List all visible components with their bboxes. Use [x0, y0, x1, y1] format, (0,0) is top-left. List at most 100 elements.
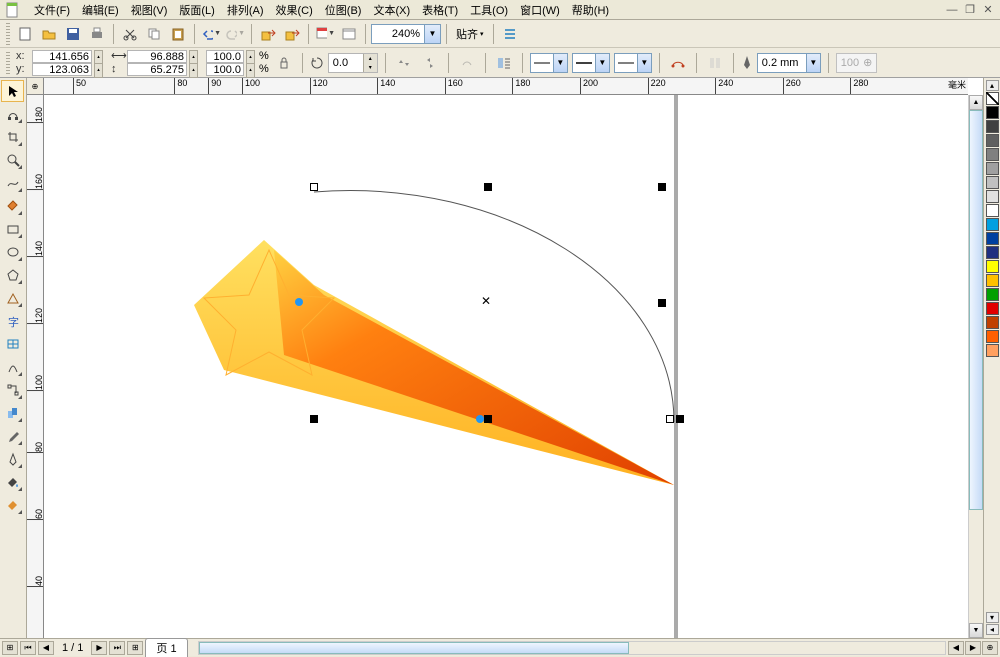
end-arrowhead[interactable]: ▼ — [614, 53, 652, 73]
color-swatch[interactable] — [986, 190, 999, 203]
color-swatch[interactable] — [986, 316, 999, 329]
options-button[interactable] — [499, 23, 521, 45]
selection-center[interactable]: ✕ — [480, 295, 492, 307]
palette-down-button[interactable]: ▾ — [986, 612, 999, 623]
color-swatch[interactable] — [986, 204, 999, 217]
export-button[interactable] — [281, 23, 303, 45]
color-swatch[interactable] — [986, 344, 999, 357]
lock-ratio-button[interactable] — [273, 52, 295, 74]
table-tool[interactable] — [1, 333, 24, 355]
toolbar-grip[interactable] — [6, 52, 10, 74]
menu-view[interactable]: 视图(V) — [125, 0, 174, 20]
text-tool[interactable]: 字 — [1, 310, 24, 332]
scroll-thumb-v[interactable] — [969, 110, 983, 510]
selection-handle-tl[interactable] — [310, 183, 318, 191]
toolbar-grip[interactable] — [6, 23, 10, 45]
color-swatch[interactable] — [986, 260, 999, 273]
color-swatch[interactable] — [986, 246, 999, 259]
print-button[interactable] — [86, 23, 108, 45]
color-swatch[interactable] — [986, 274, 999, 287]
color-swatch[interactable] — [986, 120, 999, 133]
menu-text[interactable]: 文本(X) — [367, 0, 416, 20]
color-swatch[interactable] — [986, 176, 999, 189]
rectangle-tool[interactable] — [1, 218, 24, 240]
open-button[interactable] — [38, 23, 60, 45]
wrap-text-button[interactable] — [493, 52, 515, 74]
h-spinner[interactable]: ▴▾ — [189, 63, 198, 76]
polygon-tool[interactable] — [1, 264, 24, 286]
dimension-tool[interactable] — [1, 356, 24, 378]
close-button[interactable]: ✕ — [980, 3, 996, 17]
palette-up-button[interactable]: ▴ — [986, 80, 999, 91]
menu-bitmaps[interactable]: 位图(B) — [319, 0, 368, 20]
color-swatch[interactable] — [986, 218, 999, 231]
zoom-tool[interactable] — [1, 149, 24, 171]
scroll-up-button[interactable]: ▲ — [969, 95, 983, 110]
menu-arrange[interactable]: 排列(A) — [221, 0, 270, 20]
sx-spinner[interactable]: ▴▾ — [246, 50, 255, 63]
menu-layout[interactable]: 版面(L) — [173, 0, 220, 20]
first-page-button[interactable]: ⊞ — [2, 641, 18, 655]
outline-width[interactable]: 0.2 mm ▼ — [757, 53, 821, 73]
smart-fill-tool[interactable] — [1, 195, 24, 217]
curve-path[interactable] — [304, 182, 704, 442]
scale-y-value[interactable]: 100.0 — [206, 63, 244, 76]
horizontal-scrollbar[interactable] — [198, 641, 946, 655]
close-curve-button[interactable] — [667, 52, 689, 74]
cut-button[interactable] — [119, 23, 141, 45]
scroll-down-button[interactable]: ▼ — [969, 623, 983, 638]
welcome-button[interactable] — [338, 23, 360, 45]
add-page-button[interactable]: ⊞ — [127, 641, 143, 655]
app-launcher[interactable]: ▼ — [314, 23, 336, 45]
paste-button[interactable] — [167, 23, 189, 45]
color-swatch[interactable] — [986, 134, 999, 147]
drawing-workspace[interactable]: ⊕ 508090100120140160180200220240260280毫米… — [27, 78, 983, 638]
vertical-ruler[interactable]: 180160140120100806040 — [27, 95, 44, 638]
last-page-button[interactable]: ⏭ — [109, 641, 125, 655]
mirror-vertical-button[interactable] — [419, 52, 441, 74]
next-button[interactable]: ▶ — [91, 641, 107, 655]
menu-file[interactable]: 文件(F) — [28, 0, 76, 20]
angle-value[interactable]: 0.0 — [329, 57, 363, 69]
vertical-scrollbar[interactable]: ▲ ▼ — [968, 95, 983, 638]
selection-handle-bl[interactable] — [310, 415, 318, 423]
scroll-left-button[interactable]: ◀ — [948, 641, 964, 655]
color-swatch[interactable] — [986, 148, 999, 161]
menu-window[interactable]: 窗口(W) — [514, 0, 566, 20]
height-value[interactable]: 65.275 mm — [127, 63, 187, 76]
nav-button[interactable]: ⊕ — [982, 641, 998, 655]
new-button[interactable] — [14, 23, 36, 45]
selection-handle-mr[interactable] — [658, 299, 666, 307]
mirror-horizontal-button[interactable] — [393, 52, 415, 74]
fill-tool[interactable] — [1, 471, 24, 493]
node-start[interactable] — [295, 298, 303, 306]
x-spinner[interactable]: ▴▾ — [94, 50, 103, 63]
sy-spinner[interactable]: ▴▾ — [246, 63, 255, 76]
color-swatch[interactable] — [986, 288, 999, 301]
minimize-button[interactable]: — — [944, 3, 960, 17]
w-spinner[interactable]: ▴▾ — [189, 50, 198, 63]
color-swatch[interactable] — [986, 106, 999, 119]
color-swatch[interactable] — [986, 162, 999, 175]
save-button[interactable] — [62, 23, 84, 45]
y-value[interactable]: 123.063 mm — [32, 63, 92, 76]
color-swatch[interactable] — [986, 302, 999, 315]
menu-help[interactable]: 帮助(H) — [566, 0, 615, 20]
shape-tool[interactable] — [1, 103, 24, 125]
menu-table[interactable]: 表格(T) — [416, 0, 464, 20]
scroll-right-button[interactable]: ▶ — [965, 641, 981, 655]
ellipse-tool[interactable] — [1, 241, 24, 263]
menu-edit[interactable]: 编辑(E) — [76, 0, 125, 20]
menu-tools[interactable]: 工具(O) — [464, 0, 514, 20]
import-button[interactable] — [257, 23, 279, 45]
start-arrowhead[interactable]: ▼ — [530, 53, 568, 73]
no-color-swatch[interactable] — [986, 92, 999, 105]
redo-button[interactable]: ▼ — [224, 23, 246, 45]
menu-effects[interactable]: 效果(C) — [270, 0, 319, 20]
selection-handle-tr[interactable] — [658, 183, 666, 191]
color-swatch[interactable] — [986, 232, 999, 245]
connector-tool[interactable] — [1, 379, 24, 401]
rotation-angle[interactable]: 0.0 ▴▾ — [328, 53, 378, 73]
snap-to[interactable]: 贴齐 ▾ — [452, 26, 488, 42]
pick-tool[interactable] — [1, 80, 24, 102]
